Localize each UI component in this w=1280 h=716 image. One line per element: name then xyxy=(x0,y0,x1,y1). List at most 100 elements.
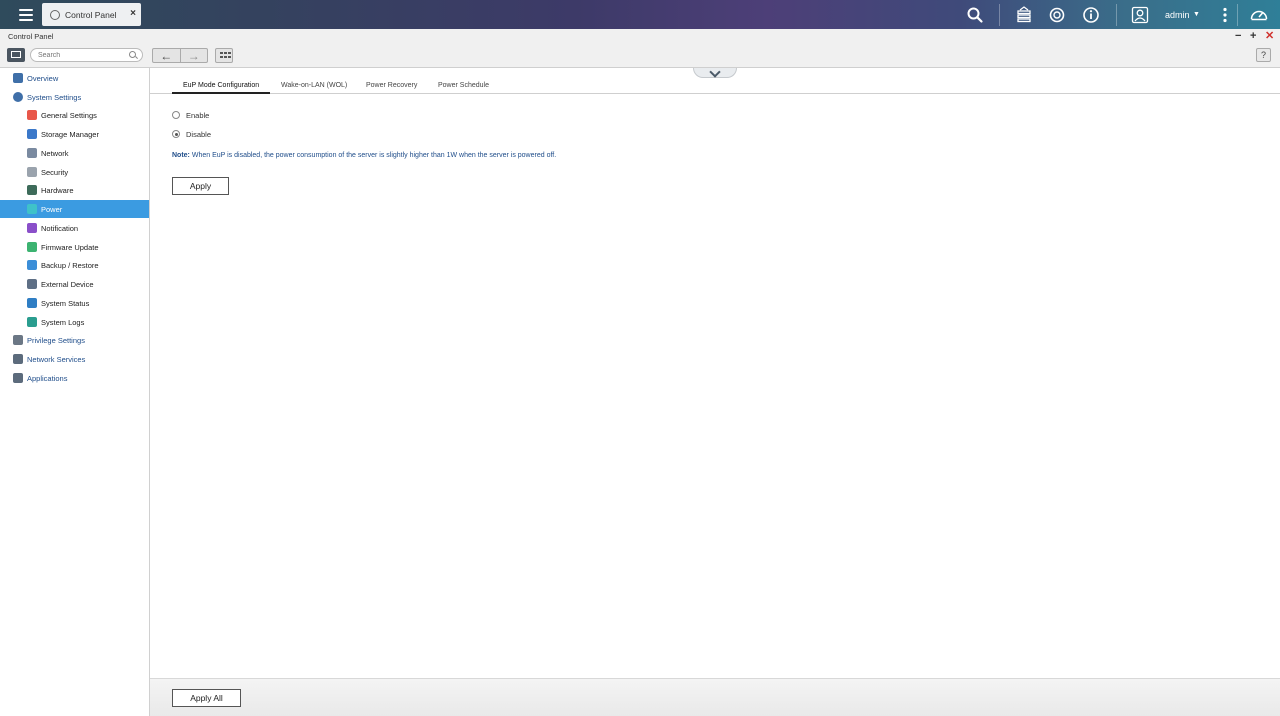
close-window-icon[interactable]: ✕ xyxy=(1265,30,1274,42)
window-title: Control Panel xyxy=(8,32,54,41)
enable-radio[interactable] xyxy=(172,111,180,119)
sidebar-item-power[interactable]: Power xyxy=(0,200,149,218)
app-tab-label: Control Panel xyxy=(65,9,117,20)
gear-icon xyxy=(50,9,60,20)
hardware-icon xyxy=(27,185,37,195)
sidebar-item-network-services[interactable]: Network Services xyxy=(0,350,149,368)
network-icon xyxy=(27,148,37,158)
search-box[interactable] xyxy=(30,48,143,62)
sidebar-item-label: Hardware xyxy=(41,185,74,195)
search-icon[interactable] xyxy=(965,5,985,25)
user-menu[interactable]: admin xyxy=(1165,10,1190,20)
general-settings-icon xyxy=(27,110,37,120)
sidebar-item-storage-manager[interactable]: Storage Manager xyxy=(0,125,149,143)
sidebar-item-external-device[interactable]: External Device xyxy=(0,275,149,293)
view-mode-icon[interactable] xyxy=(7,48,25,62)
tab-wake-on-lan[interactable]: Wake-on-LAN (WOL) xyxy=(281,82,347,89)
lock-icon xyxy=(27,167,37,177)
sidebar-item-backup-restore[interactable]: Backup / Restore xyxy=(0,256,149,274)
sync-icon[interactable] xyxy=(1047,5,1067,25)
active-tab-indicator xyxy=(172,92,270,94)
gear-icon xyxy=(13,92,23,102)
sidebar-item-label: Network xyxy=(41,148,69,158)
disable-radio[interactable] xyxy=(172,130,180,138)
note-text: When EuP is disabled, the power consumpt… xyxy=(191,152,557,159)
sidebar-item-system-status[interactable]: System Status xyxy=(0,294,149,312)
note-prefix: Note: xyxy=(172,152,190,159)
minimize-icon[interactable]: − xyxy=(1235,30,1241,42)
grid-icon xyxy=(13,73,23,83)
backup-icon xyxy=(27,260,37,270)
enable-label: Enable xyxy=(186,111,210,120)
app-tab-control-panel[interactable]: Control Panel × xyxy=(42,3,141,26)
sidebar-item-label: Firmware Update xyxy=(41,242,99,252)
notification-icon xyxy=(27,223,37,233)
sidebar-item-label: General Settings xyxy=(41,110,97,120)
sidebar-item-system-logs[interactable]: System Logs xyxy=(0,313,149,331)
sidebar-item-label: Network Services xyxy=(27,354,86,364)
back-arrow-icon[interactable]: ← xyxy=(153,49,180,63)
sidebar-item-privilege-settings[interactable]: Privilege Settings xyxy=(0,331,149,349)
system-logs-icon xyxy=(27,317,37,327)
external-device-icon xyxy=(27,279,37,289)
sidebar-item-applications[interactable]: Applications xyxy=(0,369,149,387)
footer-bar: Apply All xyxy=(150,678,1280,716)
dashboard-icon[interactable] xyxy=(1249,5,1269,25)
chevron-down-icon[interactable]: ▼ xyxy=(1193,11,1200,18)
sidebar-item-hardware[interactable]: Hardware xyxy=(0,181,149,199)
applications-icon xyxy=(13,373,23,383)
sidebar-item-label: Power xyxy=(41,204,63,214)
all-apps-grid-icon[interactable] xyxy=(215,48,233,63)
divider xyxy=(1116,4,1117,26)
sidebar-item-overview[interactable]: Overview xyxy=(0,69,149,87)
apply-all-button[interactable]: Apply All xyxy=(172,689,241,707)
search-icon[interactable] xyxy=(129,51,136,58)
storage-icon xyxy=(27,129,37,139)
sidebar-item-system-settings[interactable]: System Settings xyxy=(0,88,149,106)
apply-button[interactable]: Apply xyxy=(172,177,229,195)
network-services-icon xyxy=(13,354,23,364)
sidebar-item-label: External Device xyxy=(41,279,94,289)
more-options-icon[interactable] xyxy=(1215,5,1235,25)
eup-note: Note: When EuP is disabled, the power co… xyxy=(172,152,556,159)
window-titlebar: Control Panel − + ✕ xyxy=(0,29,1280,45)
system-status-icon xyxy=(27,298,37,308)
main-menu-icon[interactable] xyxy=(12,4,40,25)
help-button[interactable]: ? xyxy=(1256,48,1271,62)
sidebar-item-label: Notification xyxy=(41,223,79,233)
toolbar: ← → ? xyxy=(0,45,1280,68)
close-icon[interactable]: × xyxy=(130,8,136,19)
maximize-icon[interactable]: + xyxy=(1250,30,1256,42)
tab-bar: EuP Mode Configuration Wake-on-LAN (WOL)… xyxy=(150,77,1280,94)
sidebar-item-label: Storage Manager xyxy=(41,129,99,139)
sidebar-item-label: Security xyxy=(41,167,69,177)
user-avatar-icon[interactable] xyxy=(1130,5,1150,25)
forward-arrow-icon[interactable]: → xyxy=(179,49,208,63)
power-icon xyxy=(27,204,37,214)
sidebar-item-notification[interactable]: Notification xyxy=(0,219,149,237)
tab-power-recovery[interactable]: Power Recovery xyxy=(366,82,417,89)
sidebar-item-label: System Settings xyxy=(27,92,82,102)
disable-label: Disable xyxy=(186,130,212,139)
taskbar: Control Panel × admin ▼ xyxy=(0,0,1280,29)
firmware-icon xyxy=(27,242,37,252)
sidebar: Overview System Settings General Settings S… xyxy=(0,68,150,716)
info-icon[interactable] xyxy=(1081,5,1101,25)
divider xyxy=(999,4,1000,26)
navigation-buttons: ← → xyxy=(152,48,208,63)
sidebar-item-label: Applications xyxy=(27,373,68,383)
tab-power-schedule[interactable]: Power Schedule xyxy=(438,82,489,89)
user-icon xyxy=(13,335,23,345)
sidebar-item-label: System Status xyxy=(41,298,90,308)
search-input[interactable] xyxy=(38,50,123,60)
sidebar-item-firmware-update[interactable]: Firmware Update xyxy=(0,238,149,256)
sidebar-item-network[interactable]: Network xyxy=(0,144,149,162)
main-content: EuP Mode Configuration Wake-on-LAN (WOL)… xyxy=(150,68,1280,678)
sidebar-item-label: Overview xyxy=(27,73,59,83)
tab-eup-mode[interactable]: EuP Mode Configuration xyxy=(183,82,259,89)
background-tasks-icon[interactable] xyxy=(1014,5,1034,25)
sidebar-item-label: Privilege Settings xyxy=(27,335,85,345)
sidebar-item-label: System Logs xyxy=(41,317,85,327)
sidebar-item-security[interactable]: Security xyxy=(0,163,149,181)
sidebar-item-general-settings[interactable]: General Settings xyxy=(0,106,149,124)
